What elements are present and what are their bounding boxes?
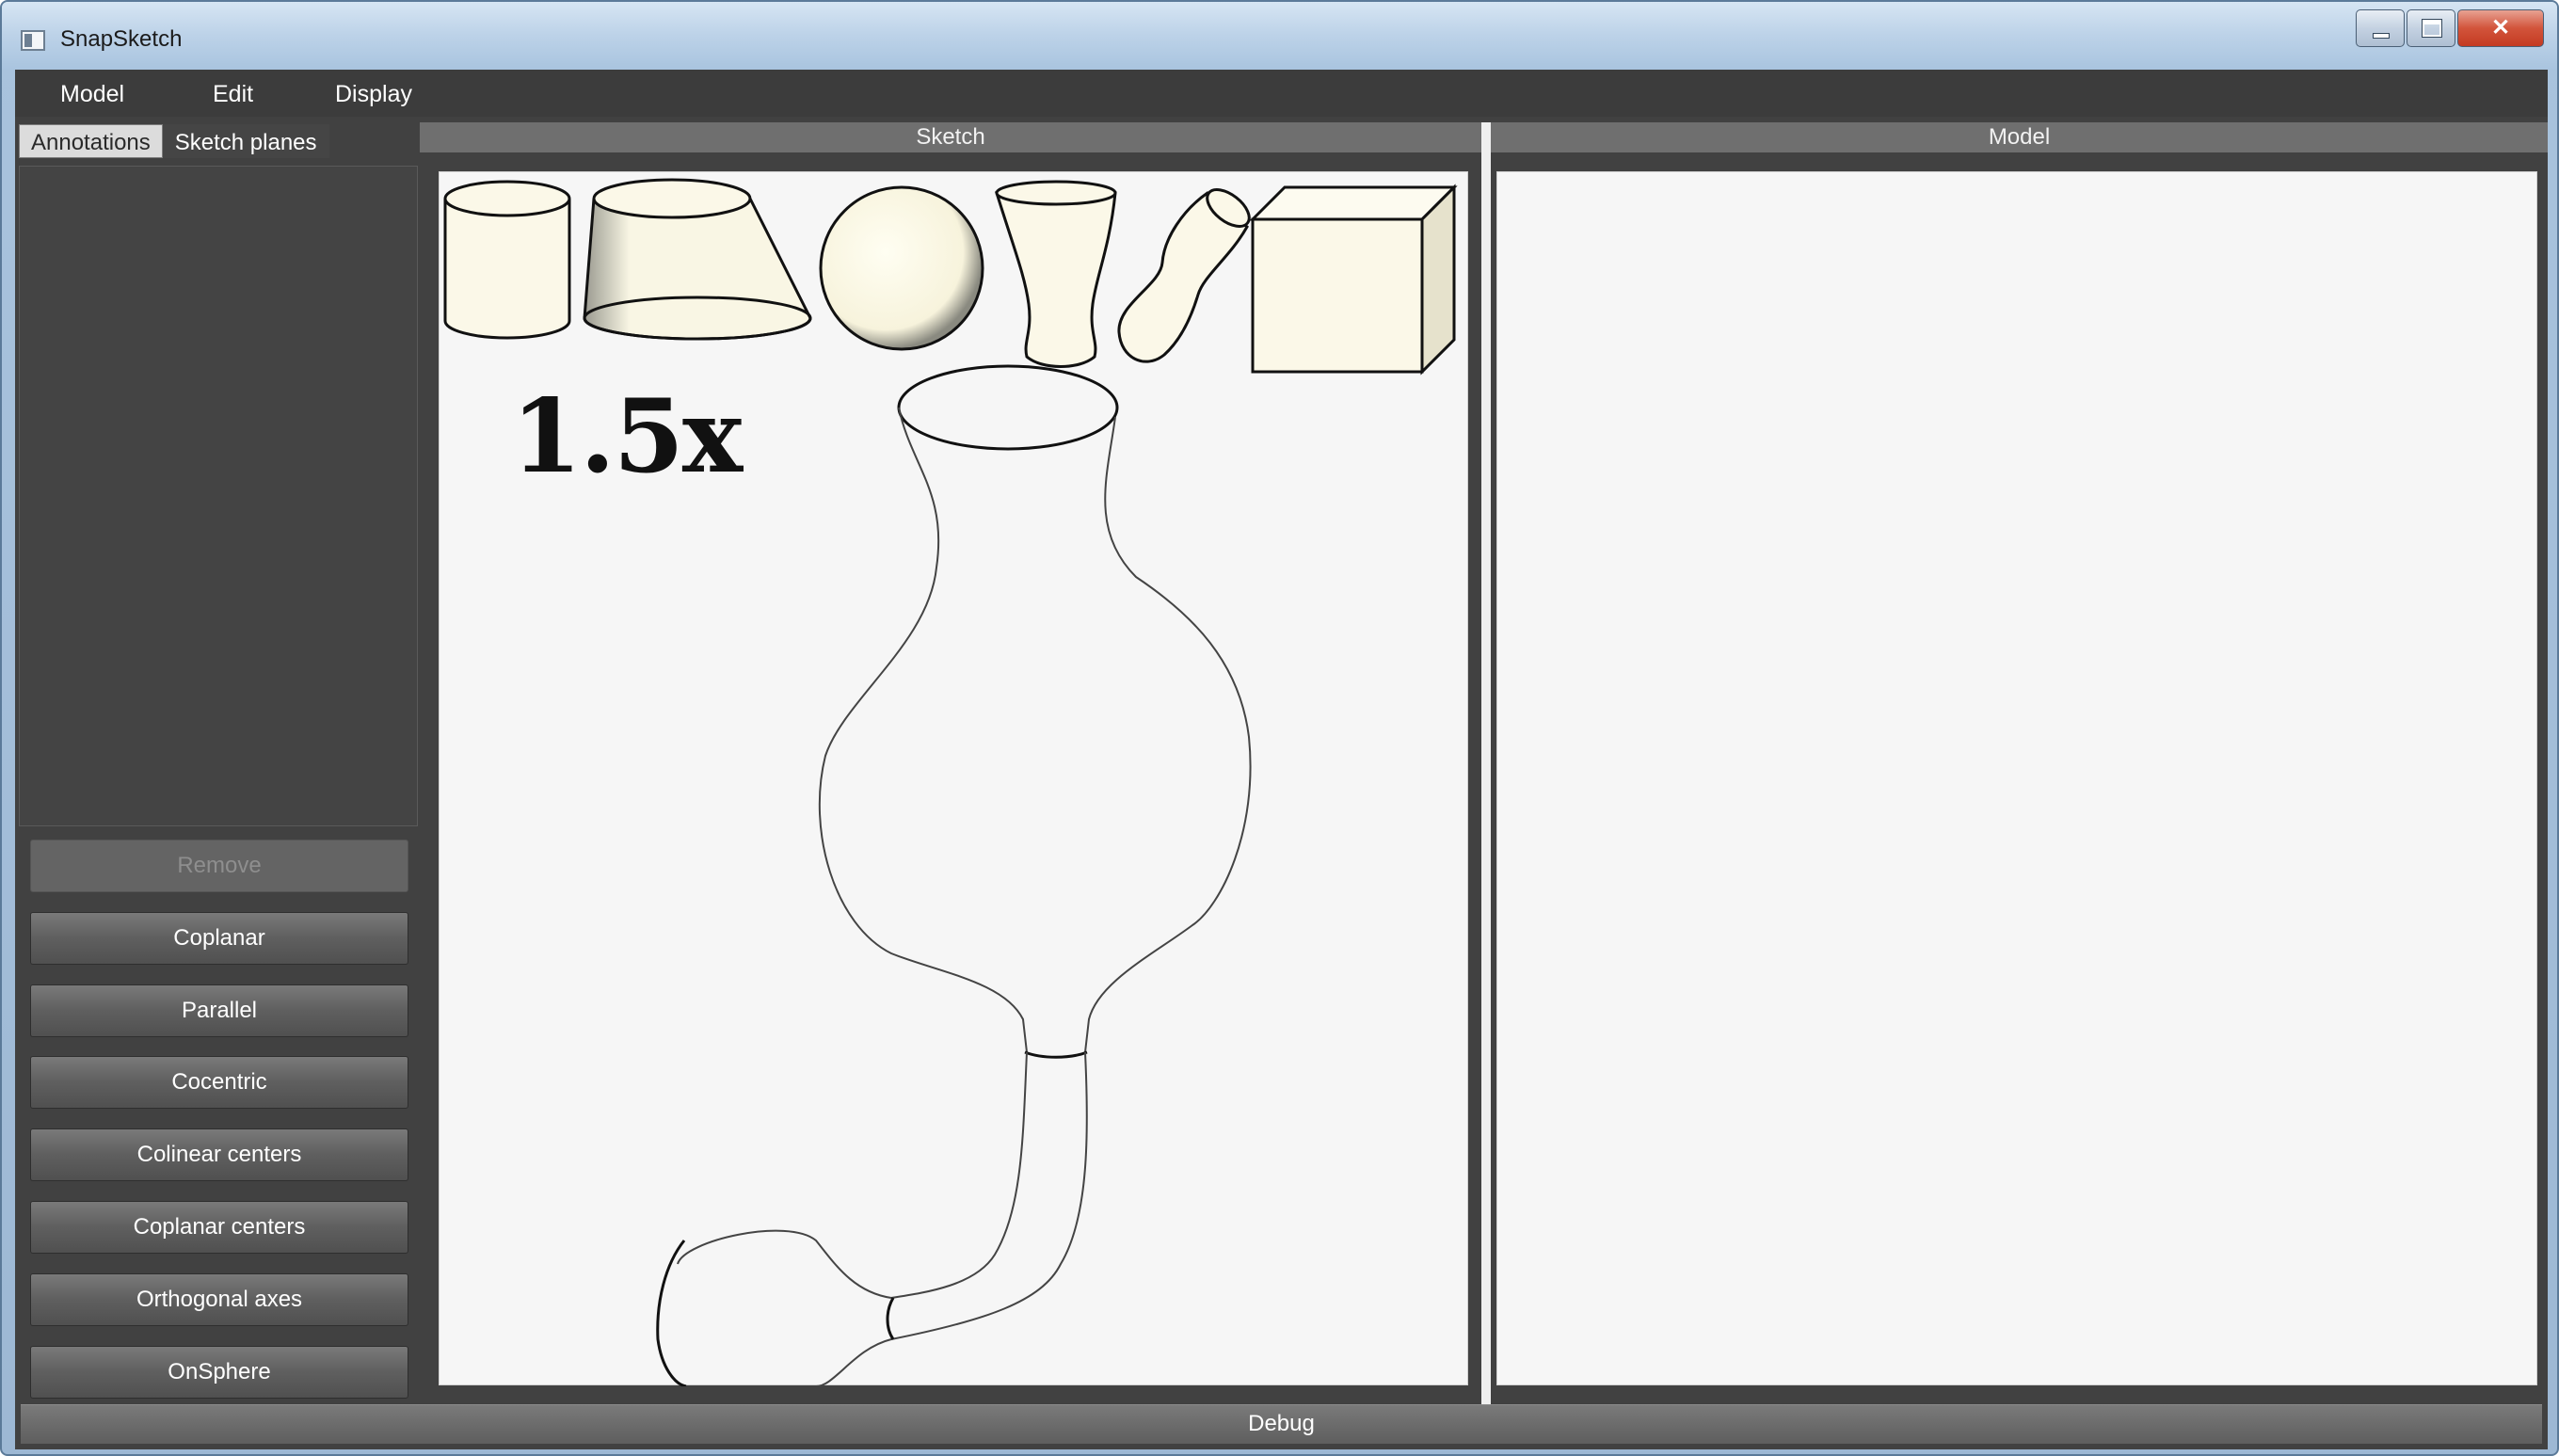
zoom-label: 1.5x [511, 377, 743, 496]
sketch-strokes [656, 364, 1252, 1386]
menu-bar: Model Edit Display [15, 70, 2548, 117]
menu-display[interactable]: Display [335, 81, 412, 108]
colinear-centers-button[interactable]: Colinear centers [30, 1128, 408, 1181]
menu-edit[interactable]: Edit [213, 81, 253, 108]
sphere-icon[interactable] [819, 185, 984, 351]
window-title: SnapSketch [60, 26, 183, 52]
app-client-area: Model Edit Display Annotations Sketch pl… [15, 70, 2548, 1449]
menu-model[interactable]: Model [60, 81, 124, 108]
left-tabs: Annotations Sketch planes [19, 124, 329, 158]
maximize-button[interactable] [2407, 9, 2455, 47]
close-icon: ✕ [2490, 15, 2511, 40]
minimize-button[interactable] [2356, 9, 2405, 47]
cube-icon[interactable] [1249, 184, 1458, 376]
orthogonal-axes-button[interactable]: Orthogonal axes [30, 1273, 408, 1326]
pane-splitter[interactable] [1481, 122, 1491, 1408]
tab-sketch-planes[interactable]: Sketch planes [162, 124, 329, 158]
cocentric-button[interactable]: Cocentric [30, 1056, 408, 1109]
app-window: SnapSketch ✕ Model Edit Display Annotati… [0, 0, 2559, 1456]
window-controls: ✕ [2354, 9, 2544, 47]
sketch-pane-header: Sketch [420, 122, 1481, 152]
onsphere-button[interactable]: OnSphere [30, 1346, 408, 1399]
remove-button[interactable]: Remove [30, 840, 408, 892]
parallel-button[interactable]: Parallel [30, 984, 408, 1037]
bent-tube-icon[interactable] [1117, 183, 1256, 363]
app-icon [21, 30, 45, 51]
coplanar-centers-button[interactable]: Coplanar centers [30, 1201, 408, 1254]
sketch-drawing [443, 178, 1458, 1386]
maximize-icon [2422, 19, 2442, 38]
sketch-canvas[interactable]: 1.5x [439, 171, 1468, 1386]
truncated-cone-icon[interactable] [583, 178, 812, 341]
debug-bar[interactable]: Debug [21, 1404, 2542, 1444]
close-button[interactable]: ✕ [2457, 9, 2544, 47]
hourglass-cup-icon[interactable] [994, 180, 1117, 368]
title-bar[interactable]: SnapSketch ✕ [2, 2, 2557, 70]
annotations-list[interactable] [19, 166, 418, 826]
tab-annotations[interactable]: Annotations [19, 124, 163, 158]
model-canvas[interactable] [1496, 171, 2537, 1385]
cylinder-icon[interactable] [443, 180, 571, 340]
coplanar-button[interactable]: Coplanar [30, 912, 408, 965]
minimize-icon [2373, 33, 2390, 39]
model-pane-header: Model [1491, 122, 2548, 152]
